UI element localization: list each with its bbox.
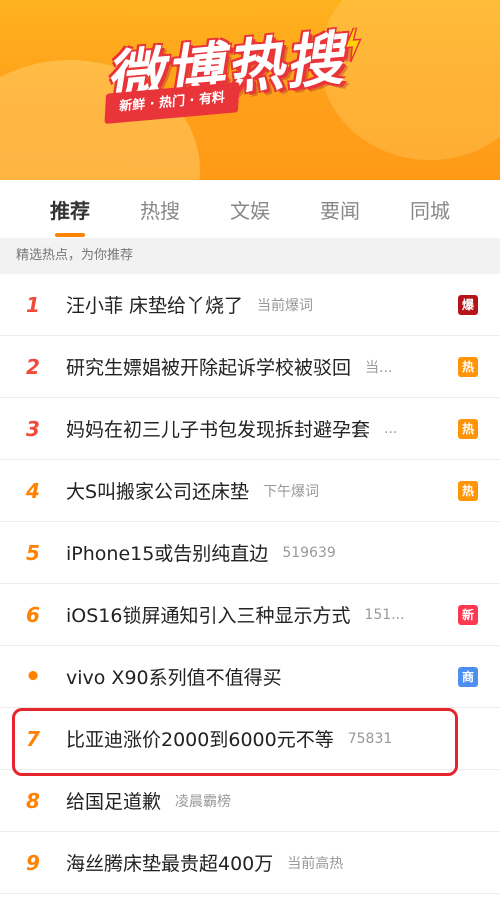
rank-number: 8 (26, 788, 40, 813)
rank-number: 5 (26, 540, 40, 565)
item-title: 比亚迪涨价2000到6000元不等 (66, 729, 334, 751)
list-item[interactable]: 4 大S叫搬家公司还床垫 下午爆词 热 (0, 460, 500, 522)
list-item[interactable]: 5 iPhone15或告别纯直边 519639 (0, 522, 500, 584)
lightning-bolt-icon (344, 27, 362, 63)
item-title: 海丝腾床垫最贵超400万 (66, 853, 274, 875)
tab-local[interactable]: 同城 (385, 195, 475, 224)
item-meta: 519639 (282, 544, 336, 561)
item-meta: 下午爆词 (263, 483, 320, 500)
section-subheader: 精选热点，为你推荐 (0, 238, 500, 274)
rank-number: 7 (26, 726, 40, 751)
category-tabs: 推荐 热搜 文娱 要闻 同城 (0, 180, 500, 238)
list-item[interactable]: 8 给国足道歉 凌晨霸榜 (0, 770, 500, 832)
status-badge: 新 (458, 605, 478, 625)
item-title: 汪小菲 床垫给丫烧了 (66, 295, 244, 317)
list-item[interactable]: 1 汪小菲 床垫给丫烧了 当前爆词 爆 (0, 274, 500, 336)
rank-number: 2 (26, 354, 40, 379)
item-meta: 凌晨霸榜 (175, 793, 232, 810)
item-meta: 当前高热 (287, 855, 344, 872)
status-badge: 商 (458, 667, 478, 687)
tab-entertainment[interactable]: 文娱 (205, 195, 295, 224)
list-item[interactable]: 9 海丝腾床垫最贵超400万 当前高热 (0, 832, 500, 894)
item-title: 大S叫搬家公司还床垫 (66, 481, 250, 503)
tab-news[interactable]: 要闻 (295, 195, 385, 224)
rank-dot: • (24, 661, 42, 692)
list-item[interactable]: 3 妈妈在初三儿子书包发现拆封避孕套 ... 热 (0, 398, 500, 460)
hot-search-banner: 微博热搜 新鲜 · 热门 · 有料 (0, 0, 500, 180)
item-meta: 当... (365, 359, 393, 376)
item-title: 研究生嫖娼被开除起诉学校被驳回 (66, 357, 352, 379)
rank-number: 3 (26, 416, 40, 441)
item-meta: 151... (364, 606, 405, 623)
tab-hot-search[interactable]: 热搜 (115, 195, 205, 224)
item-title: 妈妈在初三儿子书包发现拆封避孕套 (66, 419, 371, 441)
item-meta: 75831 (347, 730, 393, 747)
list-item-ad[interactable]: • vivo X90系列值不值得买 商 (0, 646, 500, 708)
status-badge: 热 (458, 419, 478, 439)
rank-number: 1 (26, 292, 40, 317)
hot-search-list: 1 汪小菲 床垫给丫烧了 当前爆词 爆 2 研究生嫖娼被开除起诉学校被驳回 当.… (0, 274, 500, 894)
rank-number: 4 (26, 478, 40, 503)
status-badge: 爆 (458, 295, 478, 315)
item-title: iOS16锁屏通知引入三种显示方式 (66, 605, 351, 627)
list-item[interactable]: 6 iOS16锁屏通知引入三种显示方式 151... 新 (0, 584, 500, 646)
rank-number: 6 (26, 602, 40, 627)
list-item[interactable]: 7 比亚迪涨价2000到6000元不等 75831 (0, 708, 500, 770)
item-title: 给国足道歉 (66, 791, 162, 813)
status-badge: 热 (458, 481, 478, 501)
rank-number: 9 (26, 850, 40, 875)
item-title: vivo X90系列值不值得买 (66, 667, 282, 689)
item-meta: 当前爆词 (257, 297, 314, 314)
weibo-hot-search-logo: 微博热搜 新鲜 · 热门 · 有料 (103, 24, 405, 124)
tab-recommend[interactable]: 推荐 (25, 195, 115, 237)
item-title: iPhone15或告别纯直边 (66, 543, 269, 565)
list-item[interactable]: 2 研究生嫖娼被开除起诉学校被驳回 当... 热 (0, 336, 500, 398)
item-meta: ... (384, 420, 398, 437)
status-badge: 热 (458, 357, 478, 377)
